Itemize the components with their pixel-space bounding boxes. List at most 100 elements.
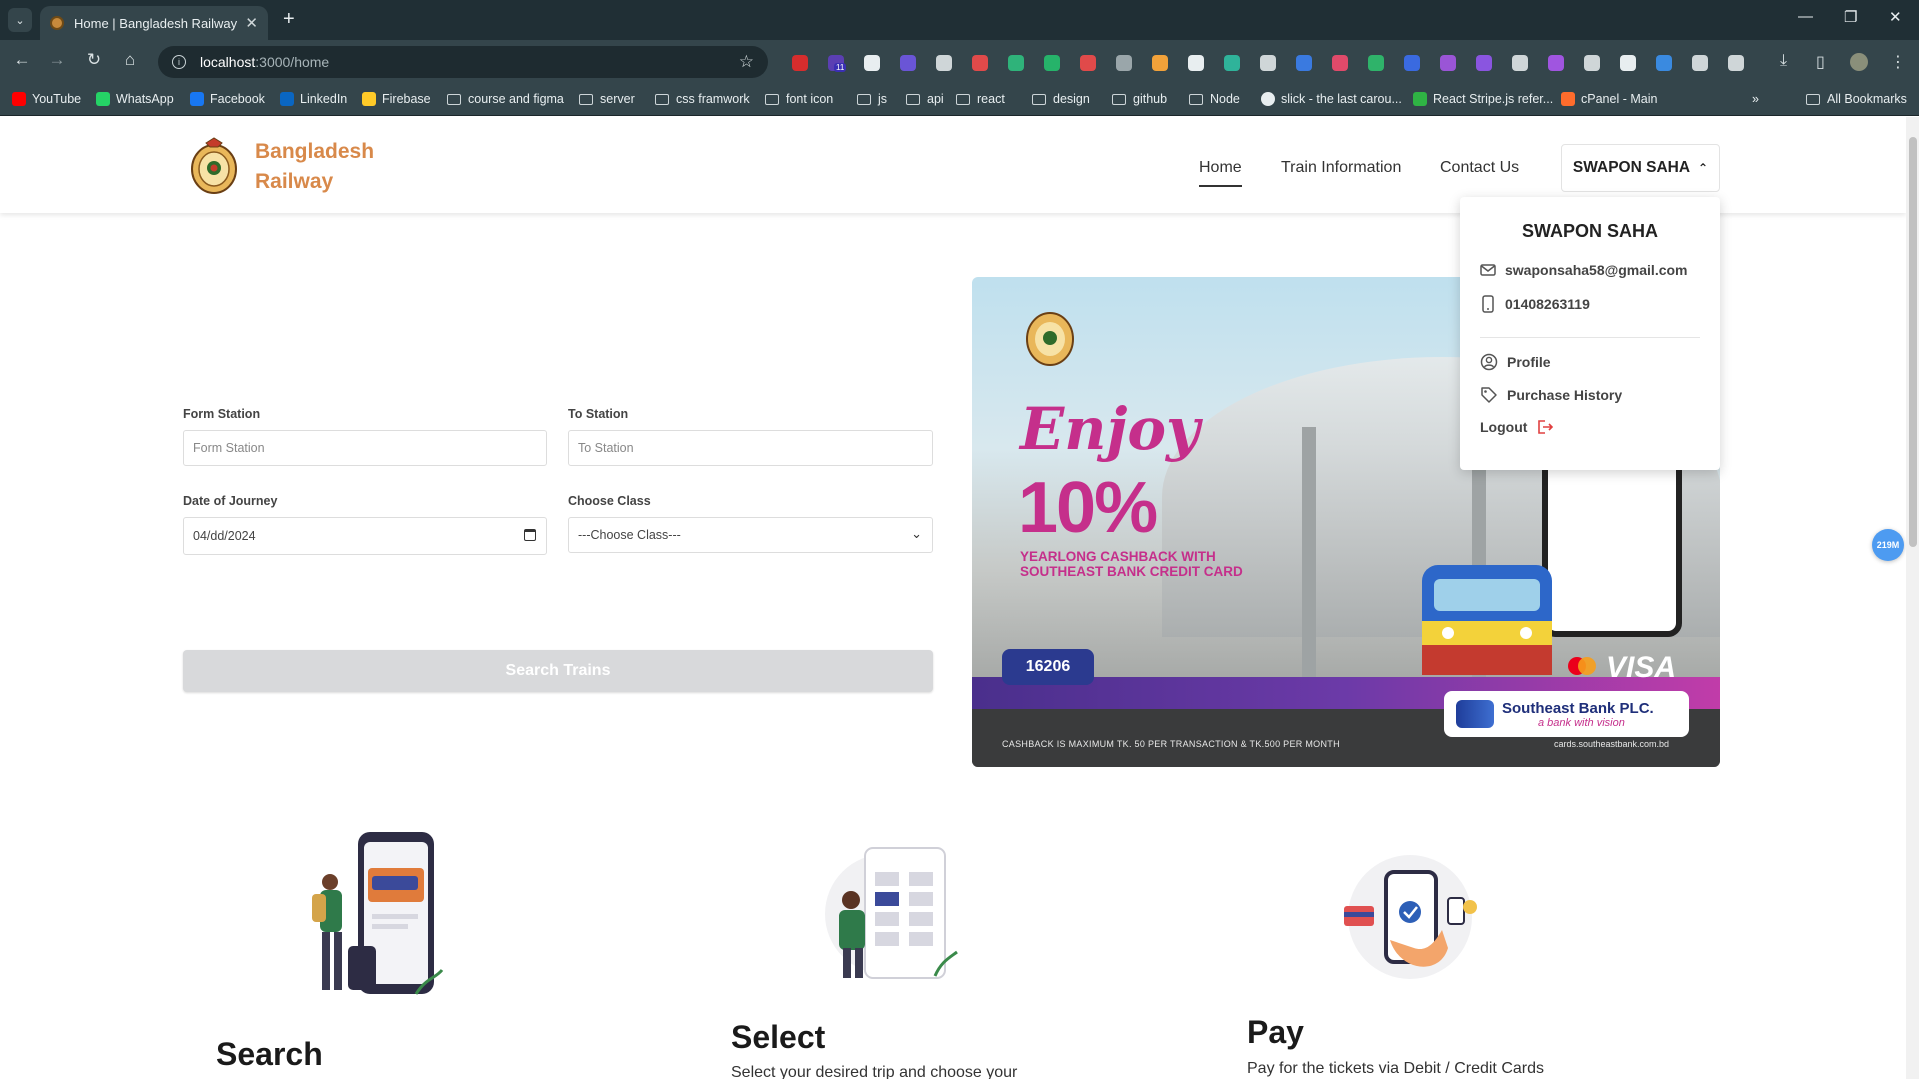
extension-icon[interactable] — [972, 55, 988, 71]
bookmark-item[interactable]: Facebook — [190, 92, 265, 106]
class-value: ---Choose Class--- — [578, 528, 681, 542]
bookmark-item[interactable]: cPanel - Main — [1561, 92, 1657, 106]
profile-avatar[interactable] — [1850, 53, 1868, 71]
cashback-line-2: SOUTHEAST BANK CREDIT CARD — [1020, 564, 1243, 579]
bookmark-item[interactable]: Firebase — [362, 92, 431, 106]
extension-icon[interactable] — [864, 55, 880, 71]
scrollbar-thumb[interactable] — [1909, 137, 1917, 547]
bookmark-item[interactable]: YouTube — [12, 92, 81, 106]
extension-icon[interactable] — [1440, 55, 1456, 71]
side-panel-icon[interactable]: ▯ — [1816, 52, 1825, 72]
extension-icon[interactable] — [1404, 55, 1420, 71]
bookmark-item[interactable]: WhatsApp — [96, 92, 174, 106]
chevron-up-icon: ⌃ — [1698, 161, 1709, 175]
to-station-label: To Station — [568, 407, 629, 421]
extension-icon[interactable] — [1224, 55, 1240, 71]
bookmark-item[interactable]: js — [857, 92, 887, 106]
address-bar[interactable]: i localhost:3000/home ☆ — [158, 46, 768, 78]
dropdown-profile-link[interactable]: Profile — [1480, 353, 1551, 371]
close-window-button[interactable]: ✕ — [1889, 8, 1902, 26]
bookmark-star-icon[interactable]: ☆ — [739, 52, 754, 72]
extension-icon[interactable] — [792, 55, 808, 71]
bookmark-item[interactable]: LinkedIn — [280, 92, 347, 106]
date-of-journey-input[interactable]: 04/dd/2024 — [183, 517, 547, 555]
bookmark-item[interactable]: slick - the last carou... — [1261, 92, 1402, 106]
dropdown-purchase-history-link[interactable]: Purchase History — [1480, 386, 1622, 404]
extension-icon[interactable] — [1152, 55, 1168, 71]
downloads-icon[interactable]: ⤓ — [1780, 52, 1787, 70]
extension-icon[interactable] — [1368, 55, 1384, 71]
facebook-icon — [190, 92, 204, 106]
bookmark-item[interactable]: react — [956, 92, 1005, 106]
bookmark-item[interactable]: course and figma — [447, 92, 564, 106]
youtube-icon — [12, 92, 26, 106]
bookmark-item[interactable]: api — [906, 92, 944, 106]
home-button[interactable]: ⌂ — [118, 50, 142, 70]
bookmark-label: api — [927, 92, 944, 106]
extension-icon[interactable]: 11 — [828, 55, 847, 72]
extension-icon[interactable] — [1260, 55, 1276, 71]
bookmark-item[interactable]: Node — [1189, 92, 1240, 106]
choose-class-select[interactable]: ---Choose Class--- ⌄ — [568, 517, 933, 553]
calendar-icon[interactable] — [524, 529, 536, 541]
bookmark-item[interactable]: design — [1032, 92, 1090, 106]
page-scrollbar[interactable] — [1906, 117, 1919, 1079]
extension-icon[interactable] — [1188, 55, 1204, 71]
extension-icon[interactable] — [1656, 55, 1672, 71]
from-station-input[interactable]: Form Station — [183, 430, 547, 466]
bookmark-item[interactable]: React Stripe.js refer... — [1413, 92, 1553, 106]
browser-tab-active[interactable]: Home | Bangladesh Railway ✕ — [40, 6, 268, 40]
extension-icon[interactable] — [1332, 55, 1348, 71]
bookmark-item[interactable]: github — [1112, 92, 1167, 106]
extension-icon[interactable] — [1116, 55, 1132, 71]
extension-icon[interactable] — [1476, 55, 1492, 71]
extension-icon[interactable] — [1008, 55, 1024, 71]
train-graphic — [1422, 565, 1552, 675]
url-host: localhost — [200, 54, 256, 70]
bookmark-label: Facebook — [210, 92, 265, 106]
extension-icon[interactable] — [1620, 55, 1636, 71]
user-menu-button[interactable]: SWAPON SAHA ⌃ — [1561, 144, 1720, 192]
extension-icon[interactable] — [936, 55, 952, 71]
more-bookmarks-chevron-icon[interactable]: » — [1752, 92, 1759, 106]
search-step-illustration — [312, 832, 444, 995]
new-tab-button[interactable]: + — [283, 8, 295, 30]
promo-enjoy-text: Enjoy — [1020, 395, 1200, 463]
browser-toolbar: ← → ↻ ⌂ i localhost:3000/home ☆ 11 ⤓ ▯ ⋮ — [0, 40, 1919, 84]
extension-icon[interactable] — [1584, 55, 1600, 71]
floating-memory-badge[interactable]: 219M — [1872, 529, 1904, 561]
extension-icon[interactable] — [900, 55, 916, 71]
bangladesh-railway-logo[interactable] — [190, 137, 238, 195]
site-brand[interactable]: Bangladesh Railway — [255, 137, 374, 197]
to-station-input[interactable]: To Station — [568, 430, 933, 466]
back-button[interactable]: ← — [10, 50, 34, 70]
search-trains-button[interactable]: Search Trains — [183, 650, 933, 692]
minimize-button[interactable]: — — [1798, 8, 1813, 25]
dropdown-logout-link[interactable]: Logout — [1480, 419, 1563, 435]
restore-button[interactable]: ❐ — [1844, 8, 1857, 26]
extension-icon[interactable] — [1548, 55, 1564, 71]
step-pay-title: Pay — [1247, 1014, 1304, 1050]
nav-home-link[interactable]: Home — [1199, 159, 1242, 187]
purchase-history-label: Purchase History — [1507, 387, 1623, 403]
site-info-icon[interactable]: i — [172, 55, 186, 69]
forward-button[interactable]: → — [45, 50, 69, 70]
bookmark-item[interactable]: css framwork — [655, 92, 750, 106]
extension-icon[interactable] — [1728, 55, 1744, 71]
promo-percent-text: 10% — [1018, 468, 1158, 548]
bookmark-item[interactable]: font icon — [765, 92, 833, 106]
nav-train-information-link[interactable]: Train Information — [1281, 159, 1401, 177]
tab-search-menu-button[interactable]: ⌄ — [8, 8, 32, 32]
extension-icon[interactable] — [1296, 55, 1312, 71]
tab-close-icon[interactable]: ✕ — [245, 14, 258, 32]
reload-button[interactable]: ↻ — [82, 50, 106, 70]
all-bookmarks-button[interactable]: All Bookmarks — [1806, 92, 1907, 106]
extension-icon[interactable] — [1044, 55, 1060, 71]
nav-contact-us-link[interactable]: Contact Us — [1440, 159, 1519, 177]
brand-line-2: Railway — [255, 170, 334, 193]
extension-icon[interactable] — [1080, 55, 1096, 71]
bookmark-item[interactable]: server — [579, 92, 635, 106]
extension-icon[interactable] — [1512, 55, 1528, 71]
browser-menu-icon[interactable]: ⋮ — [1890, 52, 1906, 72]
extension-icon[interactable] — [1692, 55, 1708, 71]
